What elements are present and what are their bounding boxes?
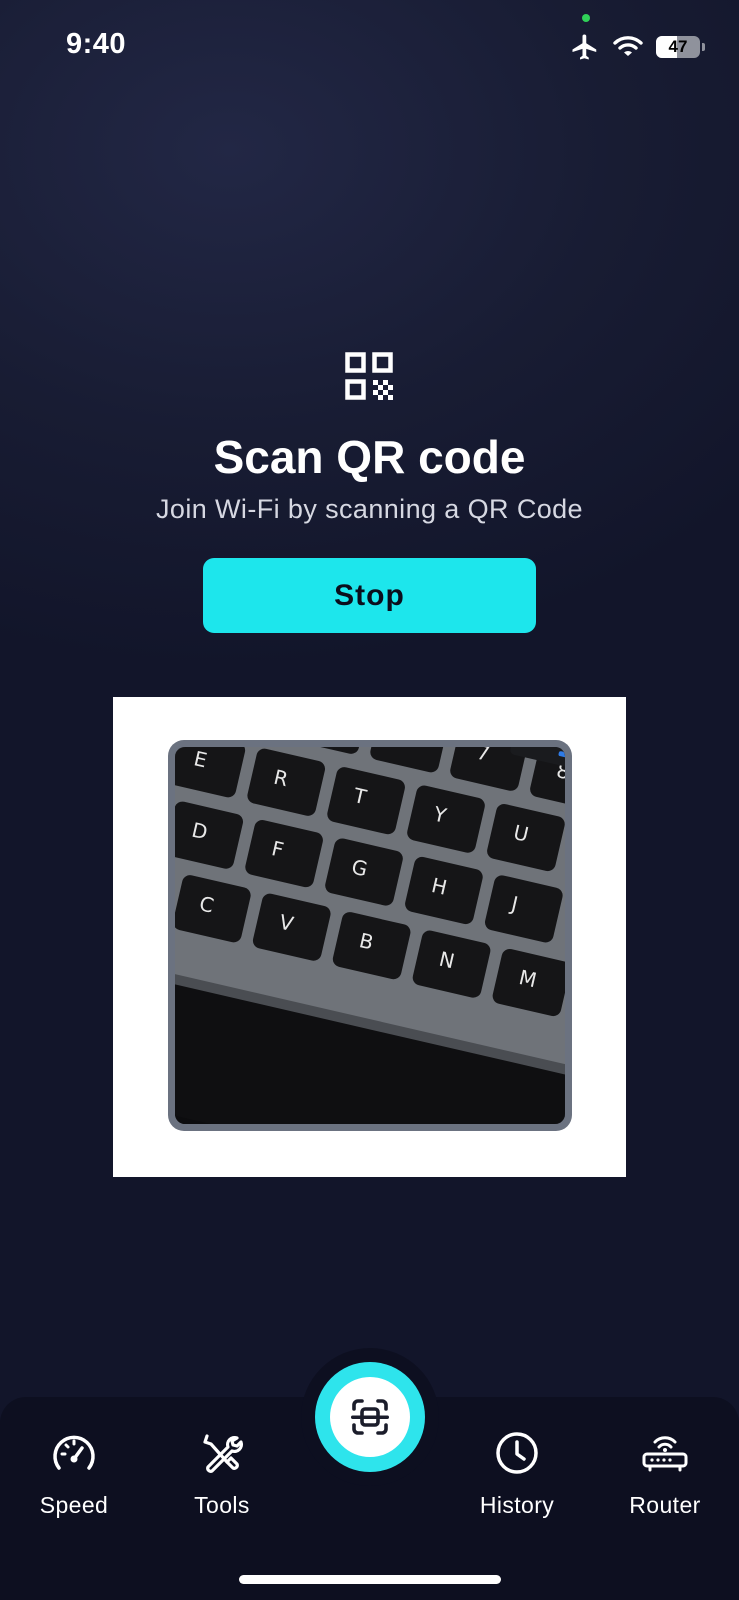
- keyboard-photo: 45678ERTYUDFGHJCVBNM: [175, 747, 565, 1124]
- camera-feed: 45678ERTYUDFGHJCVBNM: [175, 747, 565, 1124]
- tab-router[interactable]: Router: [605, 1428, 725, 1519]
- tab-label-tools: Tools: [194, 1492, 250, 1518]
- qr-code-icon: [345, 352, 393, 400]
- page-subtitle: Join Wi-Fi by scanning a QR Code: [156, 494, 583, 524]
- tab-speed[interactable]: Speed: [14, 1428, 134, 1519]
- tab-tools[interactable]: Tools: [162, 1428, 282, 1519]
- tab-label-speed: Speed: [39, 1492, 109, 1518]
- status-time: 9:40: [66, 28, 127, 60]
- battery-tip: [702, 43, 705, 51]
- page-title: Scan QR code: [213, 431, 526, 483]
- battery-level: 47: [668, 37, 688, 56]
- scan-icon: [351, 1399, 389, 1435]
- tools-icon: [203, 1434, 244, 1473]
- airplane-icon: [572, 34, 597, 60]
- router-icon: [642, 1436, 688, 1472]
- tab-label-history: History: [479, 1492, 555, 1518]
- status-icons: 47: [570, 30, 705, 64]
- camera-indicator-dot: [582, 14, 590, 22]
- clock-icon: [496, 1432, 538, 1474]
- tab-history[interactable]: History: [457, 1428, 577, 1519]
- camera-frame: 45678ERTYUDFGHJCVBNM: [168, 740, 572, 1131]
- wifi-icon: [613, 36, 643, 56]
- tab-label-router: Router: [629, 1492, 701, 1518]
- battery-icon: 47: [656, 36, 700, 58]
- scan-button[interactable]: [315, 1362, 425, 1472]
- scanner-preview-card: 45678ERTYUDFGHJCVBNM: [113, 697, 626, 1177]
- stop-button[interactable]: Stop: [203, 558, 536, 633]
- home-indicator: [239, 1575, 501, 1584]
- speedometer-icon: [53, 1435, 95, 1470]
